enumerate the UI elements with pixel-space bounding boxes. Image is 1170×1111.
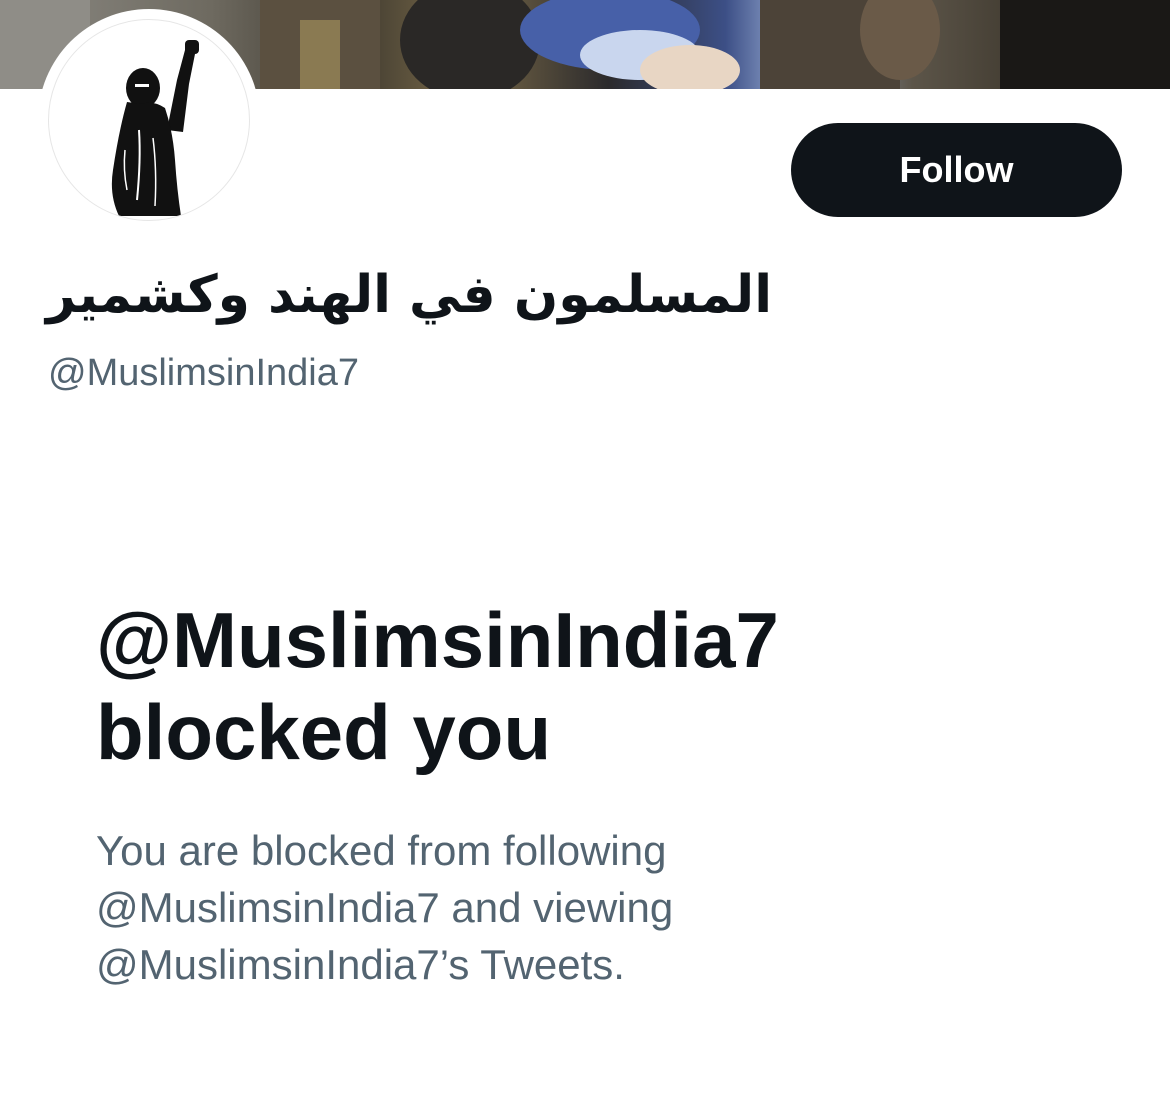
blocked-description-line-1: You are blocked from following [96, 827, 667, 874]
profile-handle: @MuslimsinIndia7 [48, 352, 360, 394]
profile-page: Follow المسلمون في الهند وكشمير @Muslims… [0, 0, 1170, 1111]
blocked-description: You are blocked from following @Muslimsi… [96, 822, 816, 993]
blocked-description-line-2: @MuslimsinIndia7 and viewing [96, 884, 674, 931]
raised-fist-woman-avatar-icon [111, 40, 199, 216]
blocked-description-line-3: @MuslimsinIndia7’s Tweets. [96, 941, 625, 988]
follow-button[interactable]: Follow [791, 123, 1122, 217]
blocked-heading-handle: @MuslimsinIndia7 [96, 596, 779, 684]
blocked-heading: @MuslimsinIndia7 blocked you [96, 594, 996, 778]
profile-display-name: المسلمون في الهند وكشمير [46, 265, 773, 325]
blocked-heading-suffix: blocked you [96, 688, 552, 776]
avatar[interactable] [48, 19, 250, 221]
